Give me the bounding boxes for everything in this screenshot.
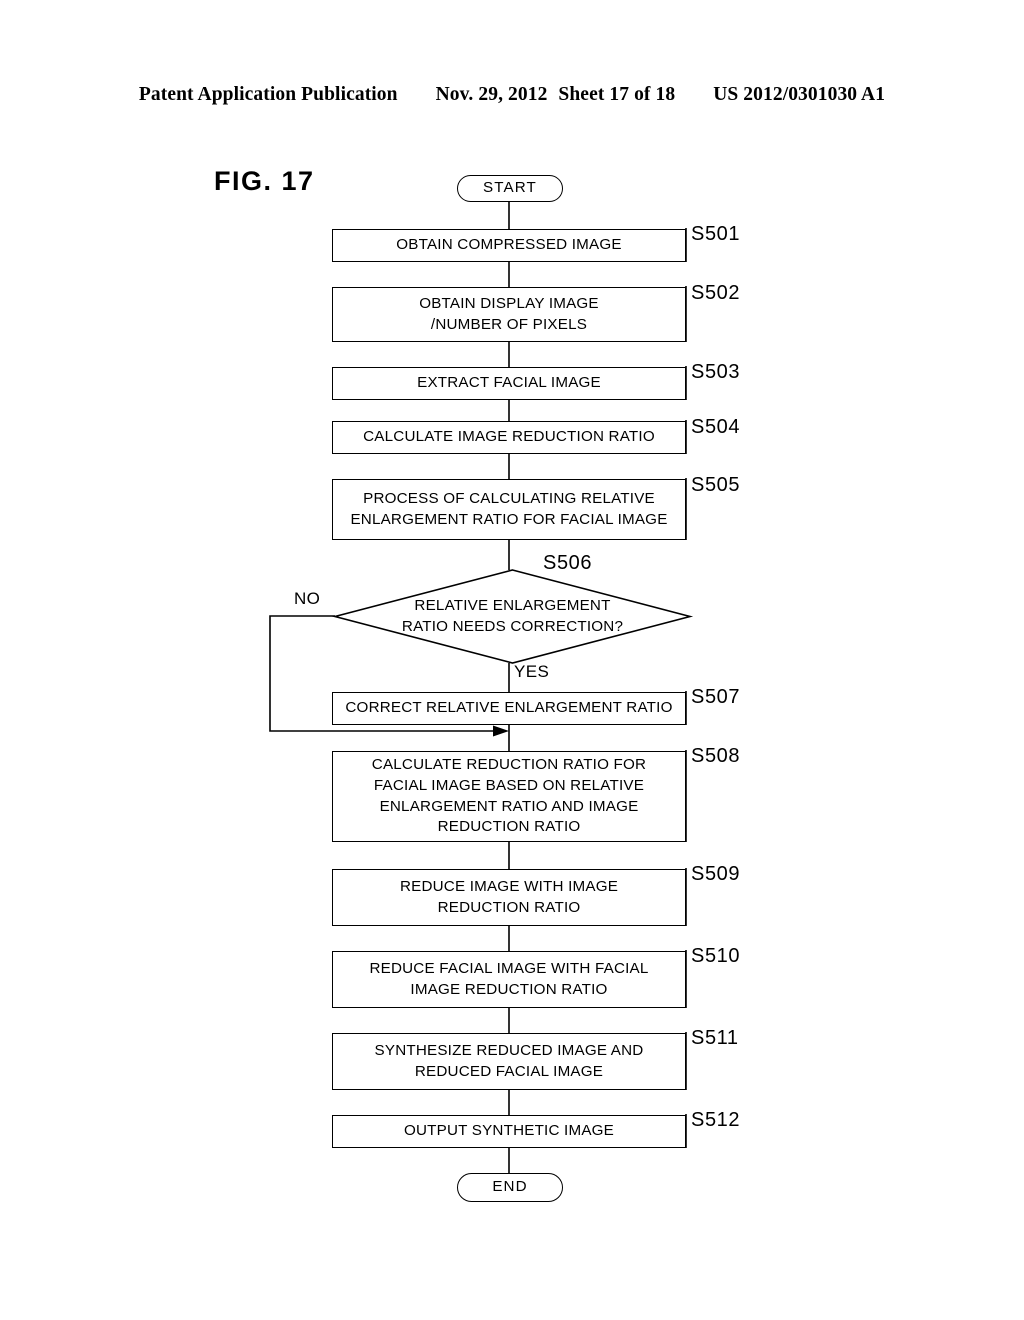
process-box-s512[interactable]: OUTPUT SYNTHETIC IMAGE xyxy=(332,1115,686,1148)
step-ref-s501: S501 xyxy=(691,223,741,245)
step-ref-s508: S508 xyxy=(691,745,741,767)
decision-diamond-s506[interactable]: RELATIVE ENLARGEMENT RATIO NEEDS CORRECT… xyxy=(331,569,694,664)
flowchart-diagram: START OBTAIN COMPRESSED IMAGE S501 OBTAI… xyxy=(0,0,1024,1320)
process-box-s507[interactable]: CORRECT RELATIVE ENLARGEMENT RATIO xyxy=(332,692,686,725)
process-box-s505[interactable]: PROCESS OF CALCULATING RELATIVE ENLARGEM… xyxy=(332,479,686,540)
process-box-s502[interactable]: OBTAIN DISPLAY IMAGE /NUMBER OF PIXELS xyxy=(332,287,686,342)
process-box-s509[interactable]: REDUCE IMAGE WITH IMAGE REDUCTION RATIO xyxy=(332,869,686,926)
step-ref-s504: S504 xyxy=(691,416,741,438)
step-ref-s510: S510 xyxy=(691,945,741,967)
decision-label-s506: RELATIVE ENLARGEMENT RATIO NEEDS CORRECT… xyxy=(401,596,624,635)
step-ref-s502: S502 xyxy=(691,282,741,304)
branch-label-yes: YES xyxy=(514,662,550,681)
end-terminal[interactable]: END xyxy=(457,1173,563,1202)
process-box-s508[interactable]: CALCULATE REDUCTION RATIO FOR FACIAL IMA… xyxy=(332,751,686,842)
process-box-s503[interactable]: EXTRACT FACIAL IMAGE xyxy=(332,367,686,400)
step-ref-s511: S511 xyxy=(691,1027,739,1049)
process-box-s504[interactable]: CALCULATE IMAGE REDUCTION RATIO xyxy=(332,421,686,454)
step-ref-s505: S505 xyxy=(691,474,741,496)
step-ref-s512: S512 xyxy=(691,1109,741,1131)
step-ref-s506: S506 xyxy=(543,552,593,574)
step-ref-s507: S507 xyxy=(691,686,741,708)
branch-label-no: NO xyxy=(294,589,321,608)
process-box-s510[interactable]: REDUCE FACIAL IMAGE WITH FACIAL IMAGE RE… xyxy=(332,951,686,1008)
step-ref-s503: S503 xyxy=(691,361,741,383)
start-terminal[interactable]: START xyxy=(457,175,563,202)
process-box-s511[interactable]: SYNTHESIZE REDUCED IMAGE AND REDUCED FAC… xyxy=(332,1033,686,1090)
step-ref-s509: S509 xyxy=(691,863,741,885)
process-box-s501[interactable]: OBTAIN COMPRESSED IMAGE xyxy=(332,229,686,262)
